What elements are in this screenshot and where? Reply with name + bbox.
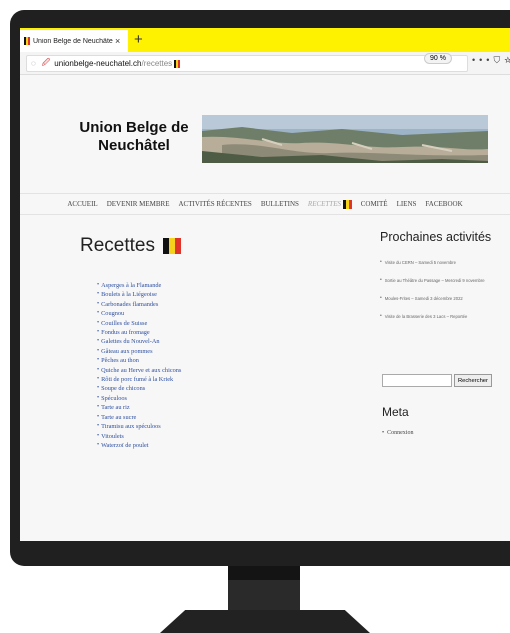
- site-title[interactable]: Union Belge de Neuchâtel: [74, 119, 194, 155]
- recipe-link[interactable]: Soupe de chicons: [97, 384, 320, 393]
- recipe-link[interactable]: Galettes du Nouvel-An: [97, 337, 320, 346]
- login-link[interactable]: Connexion: [382, 430, 413, 436]
- sidebar: Prochaines activités Visite du CERN – Sa…: [380, 230, 510, 325]
- recipe-link[interactable]: Tiramisu aux spéculoos: [97, 422, 320, 431]
- bookmark-star-icon[interactable]: ☆: [504, 55, 510, 65]
- search-input[interactable]: [382, 374, 452, 387]
- page-actions-icon[interactable]: •••: [472, 55, 493, 65]
- url-domain: unionbelge-neuchatel.ch: [54, 59, 142, 68]
- nav-item-facebook[interactable]: FACEBOOK: [425, 200, 462, 208]
- browser-nav-bar: ◌ 🖉 unionbelge-neuchatel.ch /recettes 90…: [20, 52, 510, 75]
- recipe-link[interactable]: Rôti de porc fumé à la Kriek: [97, 375, 320, 384]
- pocket-icon[interactable]: ⛉: [493, 55, 504, 65]
- zoom-level-button[interactable]: 90 %: [424, 53, 452, 64]
- url-path: /recettes: [141, 59, 173, 68]
- belgian-flag-icon: [24, 37, 30, 45]
- page-title-text: Recettes: [80, 235, 155, 256]
- search-button[interactable]: Rechercher: [454, 374, 492, 387]
- recipe-link[interactable]: Asperges à la Flamande: [97, 281, 320, 290]
- recipe-link[interactable]: Tarte au riz: [97, 403, 320, 412]
- search-form: Rechercher: [382, 374, 492, 387]
- tab-title: Union Belge de Neuchâtel | St: [33, 37, 113, 45]
- recipe-link[interactable]: Couilles de Suisse: [97, 319, 320, 328]
- activity-link[interactable]: Visite du CERN – Samedi 5 novembre: [380, 253, 510, 271]
- nav-item-comite[interactable]: COMITÉ: [361, 200, 388, 208]
- monitor-stand-base: [160, 610, 370, 633]
- recipe-link[interactable]: Waterzoï de poulet: [97, 441, 320, 450]
- main-navigation: ACCUEIL DEVENIR MEMBRE ACTIVITÉS RÉCENTE…: [20, 193, 510, 215]
- main-content: Recettes Asperges à la Flamande Boulets …: [80, 235, 320, 450]
- activity-link[interactable]: Moules-Frites – Samedi 3 décembre 2022: [380, 289, 510, 307]
- nav-item-accueil[interactable]: ACCUEIL: [67, 200, 97, 208]
- recipe-link[interactable]: Gâteau aux pommes: [97, 347, 320, 356]
- recipe-link[interactable]: Tarte au sucre: [97, 413, 320, 422]
- activity-link[interactable]: Sortie au Théâtre du Passage – Mercredi …: [380, 271, 510, 289]
- meta-heading: Meta: [382, 405, 409, 419]
- nav-item-recettes-label: RECETTES: [307, 199, 341, 208]
- nav-item-recettes[interactable]: RECETTES: [307, 199, 352, 209]
- address-bar[interactable]: ◌ 🖉 unionbelge-neuchatel.ch /recettes: [26, 55, 468, 72]
- upcoming-activities-heading: Prochaines activités: [380, 230, 492, 244]
- recipe-link[interactable]: Spéculoos: [97, 394, 320, 403]
- web-page: Union Belge de Neuchâtel ACCUEIL DEVENIR…: [20, 75, 510, 541]
- recipe-link[interactable]: Vitoulets: [97, 432, 320, 441]
- belgian-flag-icon: [342, 199, 352, 209]
- monitor-stand-shadow: [228, 566, 300, 580]
- belgian-flag-icon: [162, 238, 181, 254]
- nav-item-devenir-membre[interactable]: DEVENIR MEMBRE: [107, 200, 170, 208]
- insecure-lock-icon[interactable]: 🖉: [42, 57, 51, 71]
- recipe-link[interactable]: Boulets à la Liégeoise: [97, 290, 320, 299]
- page-title: Recettes: [80, 235, 320, 257]
- browser-tab-bar: Union Belge de Neuchâtel | St × +: [20, 28, 510, 52]
- recipe-link[interactable]: Carbonades flamandes: [97, 300, 320, 309]
- recipe-link[interactable]: Cougnou: [97, 309, 320, 318]
- recipe-link[interactable]: Pêches au thon: [97, 356, 320, 365]
- nav-item-liens[interactable]: LIENS: [397, 200, 417, 208]
- url-flag-icon: [174, 59, 181, 68]
- monitor-screen: Union Belge de Neuchâtel | St × + ◌ 🖉 un…: [20, 28, 510, 541]
- shield-icon[interactable]: ◌: [31, 59, 36, 68]
- header-banner-image: [202, 115, 488, 163]
- nav-item-bulletins[interactable]: BULLETINS: [261, 200, 299, 208]
- recipe-list: Asperges à la Flamande Boulets à la Liég…: [97, 281, 320, 450]
- browser-tab[interactable]: Union Belge de Neuchâtel | St ×: [20, 30, 128, 52]
- nav-item-activites-recentes[interactable]: ACTIVITÉS RÉCENTES: [179, 200, 252, 208]
- meta-list: Connexion: [382, 430, 413, 436]
- new-tab-icon[interactable]: +: [134, 30, 143, 50]
- tab-close-icon[interactable]: ×: [115, 36, 120, 46]
- upcoming-activities-list: Visite du CERN – Samedi 5 novembre Sorti…: [380, 253, 510, 325]
- activity-link[interactable]: Visite de la Brasserie des 3 Lacs – Repo…: [380, 307, 510, 325]
- recipe-link[interactable]: Quiche au Herve et aux chicons: [97, 366, 320, 375]
- toolbar-icons: •••⛉☆: [472, 55, 510, 66]
- recipe-link[interactable]: Fondus au fromage: [97, 328, 320, 337]
